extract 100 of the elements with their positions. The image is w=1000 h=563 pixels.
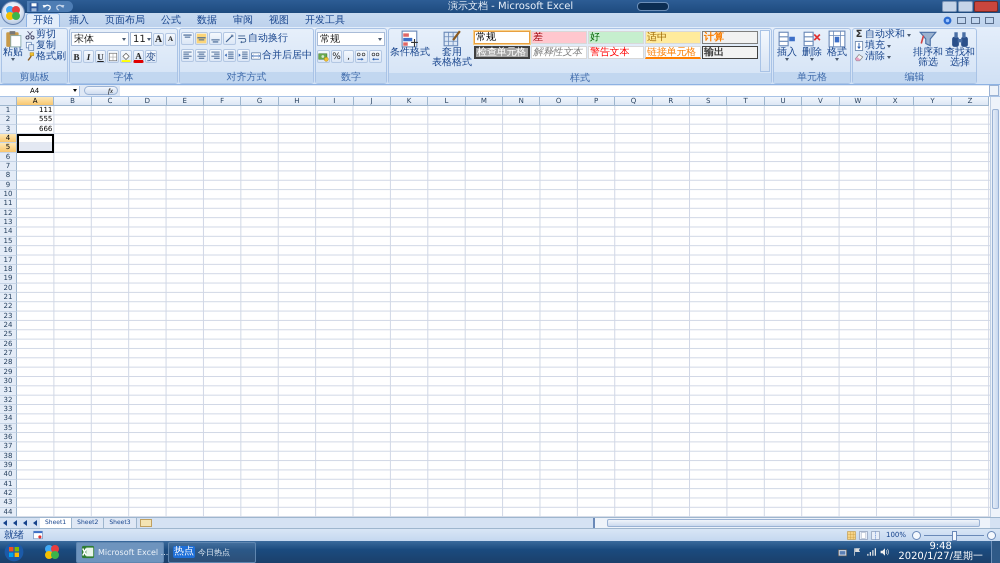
taskbar-icon[interactable] (44, 544, 60, 560)
align-button[interactable] (209, 49, 222, 62)
cell-style[interactable]: 适中 (645, 31, 701, 44)
align-left-icon (182, 50, 193, 61)
ribbon-tab[interactable]: 数据 (190, 13, 224, 27)
cell-style[interactable]: 警告文本 (588, 46, 644, 59)
cell-style[interactable]: 解释性文本 (531, 46, 587, 59)
cell-style[interactable]: 好 (588, 31, 644, 44)
ribbon-button[interactable]: 剪切 (25, 30, 66, 40)
cell-style[interactable]: 差 (531, 31, 587, 44)
ribbon-tab[interactable]: 视图 (262, 13, 296, 27)
align-button[interactable] (195, 49, 208, 62)
ribbon-button[interactable]: 删除 (802, 30, 822, 61)
ribbon-button[interactable]: 复制 (25, 41, 66, 51)
decimal-button[interactable] (355, 50, 368, 63)
caret-icon (887, 44, 891, 48)
ribbon-button[interactable]: Σ 自动求和 (854, 30, 911, 40)
colorful-circles-icon (5, 5, 21, 21)
font-size-field[interactable]: 11 (130, 32, 152, 46)
currency-button[interactable] (317, 50, 330, 63)
gallery-scrollbar[interactable] (760, 30, 770, 72)
align-center-icon (196, 50, 207, 61)
funnel-icon (919, 30, 937, 48)
minimize-button[interactable] (957, 17, 966, 24)
wrap-text-button[interactable]: 自动换行 (237, 34, 288, 44)
start-button[interactable] (4, 542, 24, 562)
ribbon-button[interactable]: 格式 (827, 30, 847, 61)
percent-button[interactable]: % (331, 50, 342, 63)
font-name-field[interactable]: 宋体 (71, 32, 129, 46)
caret-icon (11, 58, 15, 61)
comma-button[interactable]: , (343, 50, 354, 63)
ribbon-tab[interactable]: 页面布局 (98, 13, 152, 27)
taskbar-button[interactable]: 热点 今日热点 (168, 542, 256, 562)
ribbon-button[interactable]: 插入 (777, 30, 797, 61)
horizontal-scrollbar[interactable] (593, 518, 990, 528)
restore-button[interactable] (971, 17, 980, 24)
maximize-button[interactable] (958, 1, 973, 12)
indent-icon (238, 50, 249, 61)
progress-indicator (637, 2, 669, 11)
orientation-button[interactable] (223, 32, 236, 45)
ribbon-button[interactable]: 查找和 选择 (945, 30, 975, 68)
ribbon-button[interactable]: 套用 表格格式 (432, 30, 472, 68)
minimize-button[interactable] (942, 1, 957, 12)
close-button[interactable] (985, 17, 994, 24)
format-toggle[interactable]: U (95, 50, 106, 63)
ribbon-tab[interactable]: 插入 (62, 13, 96, 27)
redo-button[interactable] (55, 2, 65, 12)
clock-date[interactable]: 2020/1/27/星期一 (898, 552, 983, 562)
ribbon-button[interactable]: 格式刷 (25, 52, 66, 62)
table-format-icon (443, 30, 461, 48)
help-button[interactable] (943, 16, 952, 25)
border-button[interactable] (107, 50, 119, 63)
zoom-out-button[interactable] (912, 530, 921, 540)
indent-button[interactable] (237, 49, 250, 62)
ribbon-button[interactable]: 粘贴 (3, 30, 23, 61)
caret-icon (73, 89, 77, 92)
undo-button[interactable] (42, 2, 52, 12)
caret-icon (378, 38, 382, 40)
app-badge: 热点 (173, 546, 195, 558)
undo-icon (42, 2, 52, 12)
number-format-field[interactable]: 常规 (317, 32, 385, 46)
ribbon-button[interactable]: 条件格式 (390, 30, 430, 58)
help-icon (943, 16, 952, 25)
cell-style[interactable]: 常规 (474, 31, 530, 44)
format-toggle[interactable]: B (71, 50, 82, 63)
binoculars-icon (951, 30, 969, 48)
ribbon-tab[interactable]: 公式 (154, 13, 188, 27)
font-color-button[interactable]: A (133, 50, 144, 63)
ribbon-button[interactable]: 清除 (854, 52, 911, 62)
zoom-slider[interactable] (952, 530, 956, 540)
align-button[interactable] (195, 32, 208, 45)
fill-color-button[interactable] (120, 50, 132, 63)
save-button[interactable] (29, 2, 39, 12)
ribbon-tab[interactable]: 开始 (26, 13, 60, 27)
cell-style[interactable]: 输出 (702, 46, 758, 59)
ribbon-tab[interactable]: 审阅 (226, 13, 260, 27)
paste-icon (4, 30, 22, 48)
format-toggle[interactable]: I (83, 50, 94, 63)
ribbon-button[interactable]: 填充 (854, 41, 911, 51)
brush-icon (25, 52, 35, 62)
merge-center-button[interactable]: 合并后居中 (251, 50, 312, 60)
group-label: 对齐方式 (180, 72, 313, 83)
formula-input[interactable] (120, 86, 989, 96)
vertical-scrollbar[interactable] (990, 97, 1000, 517)
clock-time[interactable]: 9:48 (929, 542, 952, 552)
zoom-in-button[interactable] (987, 530, 996, 540)
align-button[interactable] (209, 32, 222, 45)
colorful-circles-icon (44, 544, 60, 560)
ribbon-button[interactable]: 排序和 筛选 (913, 30, 943, 68)
macro-button[interactable] (33, 530, 43, 540)
phonetic-button[interactable]: 变 (145, 50, 157, 63)
font-size-button[interactable]: A (153, 32, 164, 46)
view-button[interactable] (870, 530, 880, 540)
indent-button[interactable] (223, 49, 236, 62)
decimal-button[interactable] (369, 50, 382, 63)
ribbon-tab[interactable]: 开发工具 (298, 13, 352, 27)
align-button[interactable] (181, 49, 194, 62)
conditional-format-icon (401, 30, 419, 48)
align-button[interactable] (181, 32, 194, 45)
outdent-icon (224, 50, 235, 61)
